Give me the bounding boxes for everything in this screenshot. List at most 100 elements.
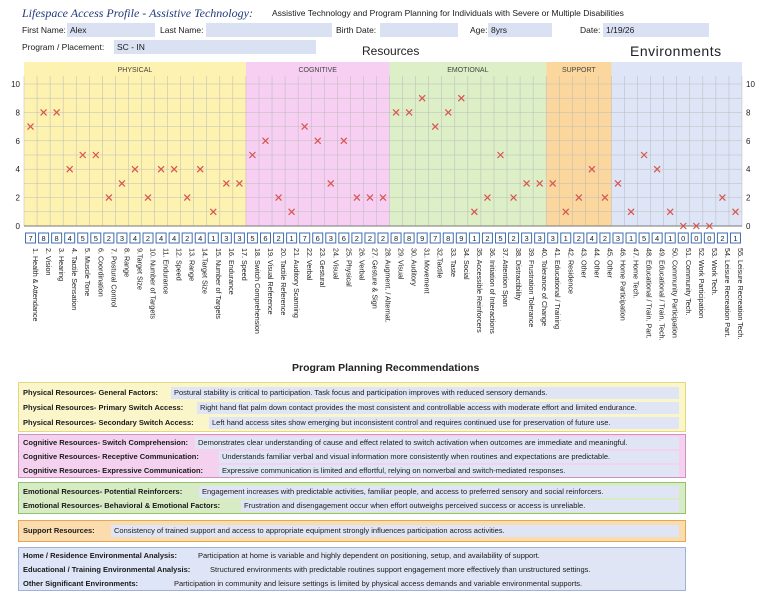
category-label-41: 41. Educational / Training <box>553 248 562 329</box>
category-label-23: 23. Gestural <box>318 248 327 288</box>
group-band-1 <box>245 62 390 226</box>
category-label-29: 29. Visual <box>397 248 406 280</box>
env-home-label: Home / Residence Environmental Analysis: <box>23 551 177 560</box>
cognitive-switch-text[interactable]: Demonstrates clear understanding of caus… <box>195 437 679 449</box>
emotional-behavioral-label: Emotional Resources- Behavioral & Emotio… <box>23 501 221 510</box>
value-label-8: 3 <box>120 234 124 243</box>
category-label-53: 53. Work Tech. <box>710 248 719 296</box>
category-label-42: 42. Residence <box>566 248 575 294</box>
physical-primary-text[interactable]: Right hand flat palm down contact provid… <box>197 402 679 414</box>
cognitive-expressive-text[interactable]: Expressive communication is limited and … <box>219 465 679 477</box>
value-label-28: 2 <box>381 234 385 243</box>
category-label-5: 5. Muscle Tone <box>83 248 92 296</box>
y-tick-right-8: 8 <box>746 108 751 117</box>
value-label-34: 9 <box>459 234 463 243</box>
env-home-text[interactable]: Participation at home is variable and hi… <box>195 550 679 562</box>
profile-title: Lifespace Access Profile - Assistive Tec… <box>22 6 253 20</box>
date-label: Date: <box>580 25 601 35</box>
value-label-24: 3 <box>329 234 333 243</box>
emotional-reinforcers-text[interactable]: Engagement increases with predictable ac… <box>199 486 679 498</box>
value-label-20: 2 <box>276 234 280 243</box>
category-label-7: 7. Postural Control <box>109 248 118 308</box>
category-label-55: 55. Leisure Recreation Tech. <box>736 248 745 339</box>
value-label-7: 2 <box>107 234 111 243</box>
category-label-6: 6. Coordination <box>96 248 105 297</box>
value-label-35: 1 <box>472 234 476 243</box>
group-label-1: COGNITIVE <box>298 67 337 74</box>
emotional-reinforcers-label: Emotional Resources- Potential Reinforce… <box>23 487 183 496</box>
value-label-46: 3 <box>616 234 620 243</box>
physical-secondary-text[interactable]: Left hand access sites show emerging but… <box>209 417 679 429</box>
value-label-13: 2 <box>185 234 189 243</box>
category-label-3: 3. Hearing <box>57 248 66 281</box>
last-name-label: Last Name: <box>160 25 204 35</box>
category-label-47: 47. Home Tech. <box>632 248 641 298</box>
env-educational-label: Educational / Training Environmental Ana… <box>23 565 191 574</box>
value-label-26: 2 <box>355 234 359 243</box>
category-label-48: 48. Educational / Train. Part. <box>645 248 654 339</box>
last-name-field[interactable] <box>206 23 332 37</box>
category-label-40: 40. Tolerance of Change <box>540 248 549 326</box>
value-label-31: 9 <box>420 234 424 243</box>
value-label-32: 7 <box>433 234 437 243</box>
category-label-43: 43. Other <box>579 248 588 279</box>
value-label-52: 0 <box>694 234 698 243</box>
y-tick-left-8: 8 <box>16 108 21 117</box>
category-label-26: 26. Verbal <box>357 248 366 281</box>
value-label-30: 8 <box>407 234 411 243</box>
category-label-39: 39. Frustration Tolerance <box>527 248 536 327</box>
category-label-11: 11. Endurance <box>162 248 171 294</box>
value-label-44: 4 <box>590 234 594 243</box>
category-label-10: 10. Number of Targets <box>149 248 158 319</box>
value-label-9: 4 <box>133 234 137 243</box>
category-label-18: 18. Switch Comprehension <box>253 248 262 334</box>
cognitive-receptive-label: Cognitive Resources- Receptive Communica… <box>23 452 199 461</box>
group-label-3: SUPPORT <box>562 67 596 74</box>
program-field[interactable]: SC - IN <box>114 40 316 54</box>
category-label-13: 13. Range <box>188 248 197 281</box>
env-educational-text[interactable]: Structured environments with predictable… <box>207 564 679 576</box>
physical-general-text[interactable]: Postural stability is critical to partic… <box>171 387 679 399</box>
value-label-51: 0 <box>681 234 685 243</box>
age-field[interactable]: 8yrs <box>488 23 552 37</box>
category-label-4: 4. Tactile Sensation <box>70 248 79 310</box>
physical-general-label: Physical Resources- General Factors: <box>23 388 159 397</box>
category-label-22: 22. Verbal <box>305 248 314 281</box>
y-tick-right-6: 6 <box>746 137 751 146</box>
category-label-25: 25. Physical <box>344 248 353 287</box>
support-text[interactable]: Consistency of trained support and acces… <box>111 525 679 537</box>
y-tick-left-4: 4 <box>16 165 21 174</box>
value-label-38: 2 <box>511 234 515 243</box>
value-label-1: 7 <box>28 234 32 243</box>
category-label-8: 8. Range <box>122 248 131 277</box>
value-label-49: 4 <box>655 234 659 243</box>
value-label-41: 3 <box>551 234 555 243</box>
category-label-27: 27. Gesture & Sign <box>370 248 379 309</box>
date-field[interactable]: 1/19/26 <box>603 23 709 37</box>
category-label-54: 54. Leisure Recreation Part. <box>723 248 732 338</box>
value-label-14: 4 <box>198 234 202 243</box>
env-other-text[interactable]: Participation in community and leisure s… <box>171 578 679 590</box>
category-label-9: 9.Target Size <box>135 248 144 290</box>
y-tick-left-0: 0 <box>16 222 21 231</box>
value-label-53: 0 <box>707 234 711 243</box>
value-label-18: 5 <box>250 234 254 243</box>
emotional-behavioral-text[interactable]: Frustration and disengagement occur when… <box>241 500 679 512</box>
profile-chart: PHYSICAL COGNITIVE EMOTIONAL SUPPORT 0 0 2 2 4 4 6… <box>0 58 768 358</box>
category-label-49: 49. Educational / Train. Tech. <box>658 248 667 341</box>
category-label-37: 37. Attention Span <box>501 248 510 307</box>
birth-date-field[interactable] <box>380 23 458 37</box>
cognitive-receptive-text[interactable]: Understands familiar verbal and visual i… <box>219 451 679 463</box>
value-label-4: 4 <box>68 234 72 243</box>
profile-subtitle: Assistive Technology and Program Plannin… <box>272 8 624 18</box>
y-tick-right-2: 2 <box>746 194 751 203</box>
value-label-27: 2 <box>368 234 372 243</box>
category-label-28: 28. Augment. / Alternat. <box>384 248 393 323</box>
value-label-12: 4 <box>172 234 176 243</box>
support-label: Support Resources: <box>23 526 95 535</box>
first-name-field[interactable]: Alex <box>67 23 155 37</box>
category-label-12: 12. Speed <box>175 248 184 281</box>
environments-title: Environments <box>630 43 722 59</box>
category-label-52: 52. Work Participation <box>697 248 706 318</box>
value-label-43: 2 <box>577 234 581 243</box>
